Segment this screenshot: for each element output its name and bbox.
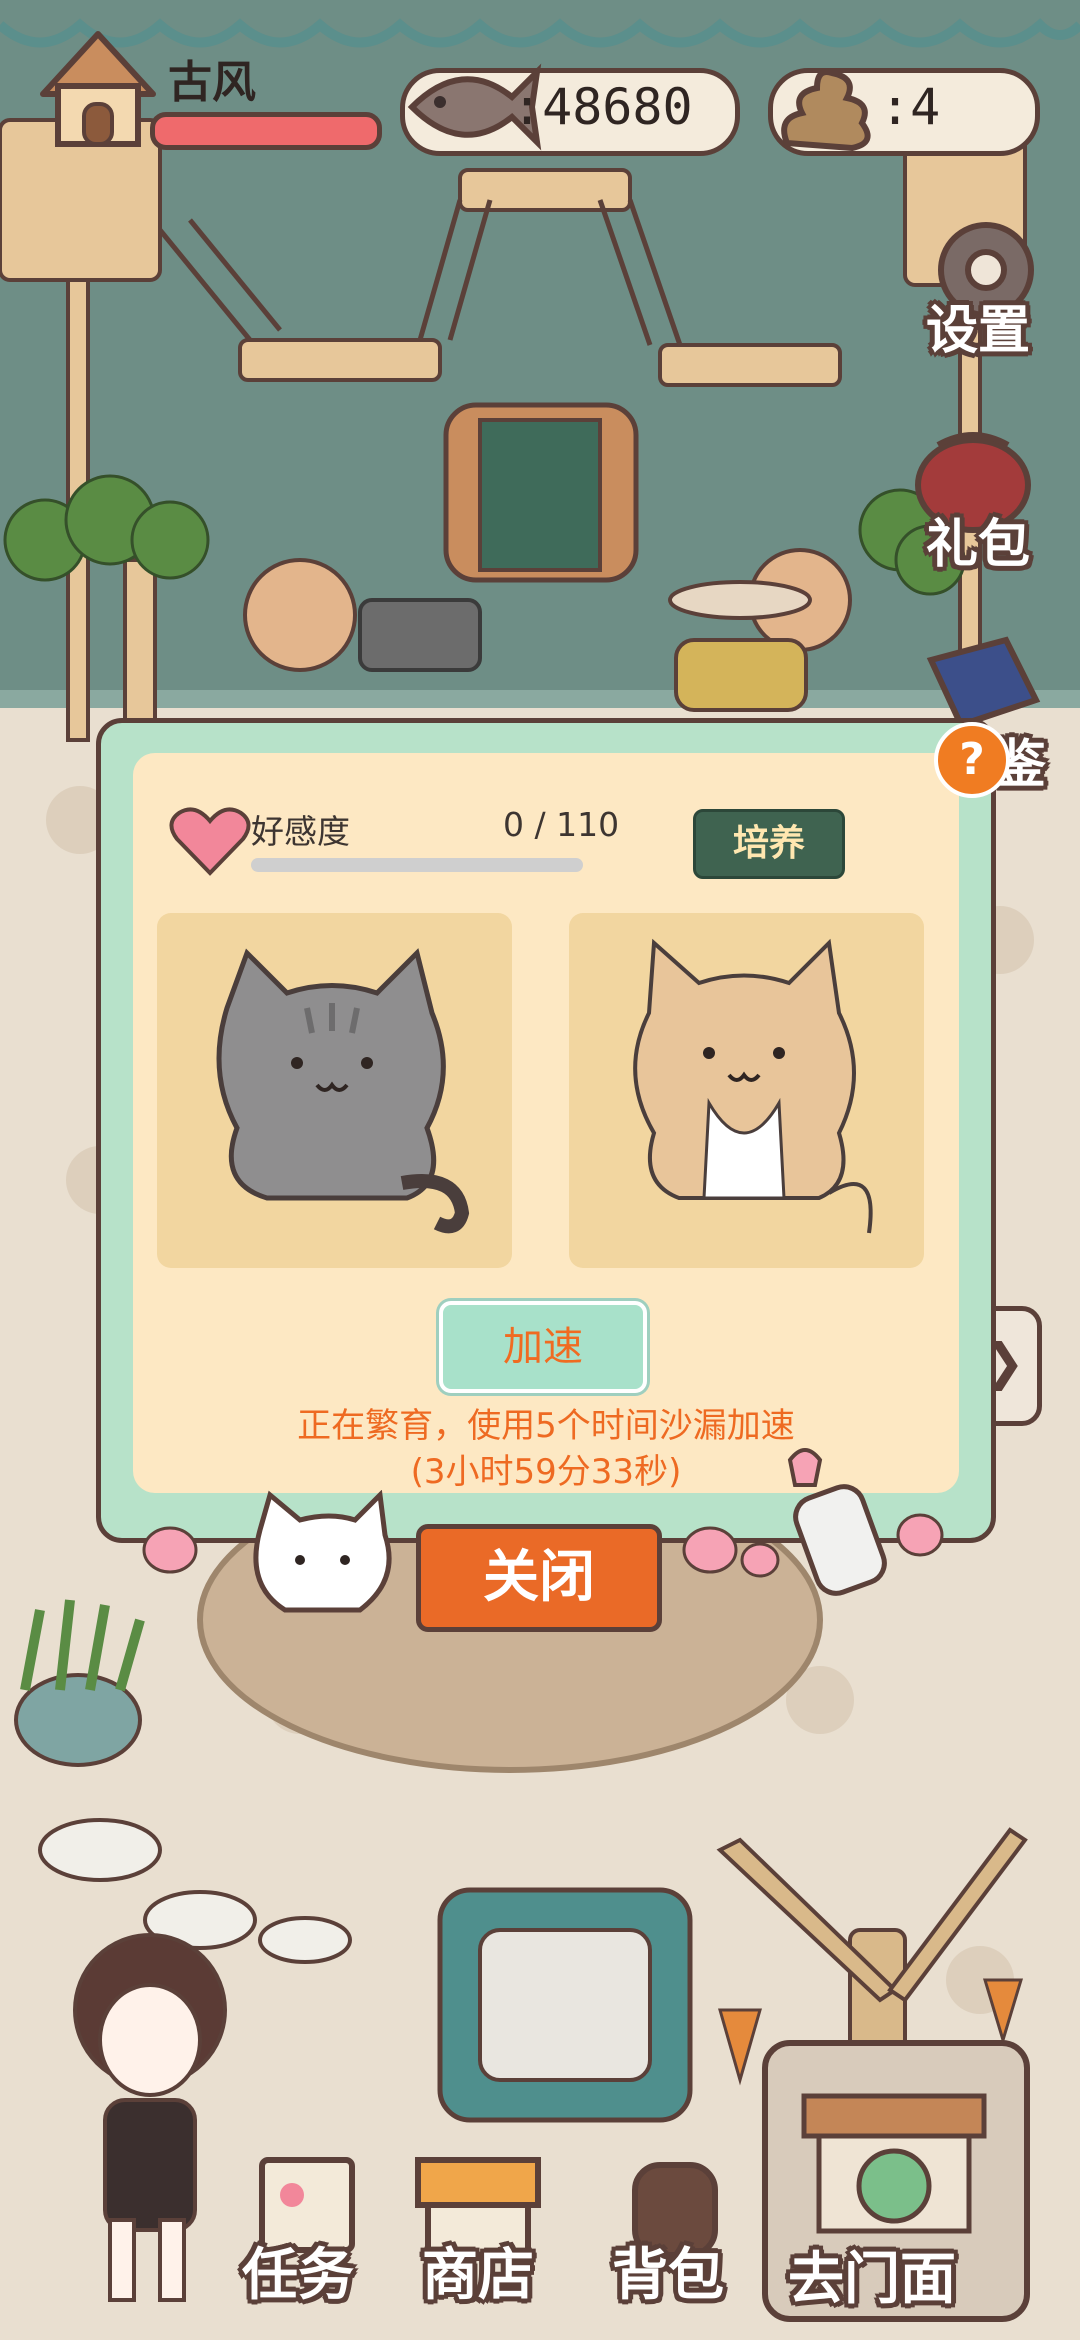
poop-count: :4 [880, 78, 941, 136]
player-name: 古风 [168, 57, 256, 108]
parent-cat-card-left[interactable] [157, 913, 512, 1268]
heart-icon [169, 807, 251, 876]
settings-label: 设置 [926, 301, 1031, 361]
fluffy-orange-cat-image [633, 938, 873, 1234]
nav-storefront-button[interactable]: 去门面 [762, 2040, 1030, 2322]
close-button[interactable]: 关闭 [416, 1524, 662, 1632]
breeding-panel-content: 好感度 0 / 110 培养 加速 正在繁育，使用5个时间沙漏加速 (3小时59… [133, 753, 959, 1493]
health-bar [150, 112, 382, 150]
nav-backpack-label: 背包 [612, 2243, 724, 2308]
affinity-value: 0 / 110 [503, 805, 620, 844]
nav-shop-button[interactable]: 商店 [408, 2150, 558, 2310]
nav-tasks-label: 任务 [242, 2243, 354, 2308]
white-tabby-cat-icon [253, 1490, 392, 1613]
milk-bottle-icon [787, 1448, 887, 1596]
affinity-label: 好感度 [251, 812, 350, 851]
gift-pack-label: 礼包 [926, 515, 1031, 575]
nav-backpack-button[interactable]: 背包 [600, 2150, 750, 2310]
nav-tasks-button[interactable]: 任务 [232, 2150, 382, 2310]
breeding-panel: 好感度 0 / 110 培养 加速 正在繁育，使用5个时间沙漏加速 (3小时59… [96, 718, 996, 1543]
help-button[interactable]: ? [934, 722, 1010, 798]
speedup-button[interactable]: 加速 [439, 1301, 647, 1393]
top-hud: 古风 :48680 :4 [0, 0, 1080, 160]
grey-tabby-cat-image [216, 948, 470, 1234]
gift-pack-button[interactable]: 礼包 [898, 420, 1048, 575]
cultivate-button[interactable]: 培养 [693, 809, 845, 879]
nav-shop-label: 商店 [422, 2243, 534, 2308]
house-icon[interactable] [28, 24, 168, 154]
parent-cat-card-right[interactable] [569, 913, 924, 1268]
settings-button[interactable]: 设置 [916, 210, 1066, 361]
storefront-icon [801, 2093, 987, 2234]
nav-storefront-label: 去门面 [788, 2247, 956, 2312]
affinity-progress-bar [251, 858, 583, 872]
poop-icon [781, 69, 871, 152]
fish-count: :48680 [512, 78, 693, 136]
